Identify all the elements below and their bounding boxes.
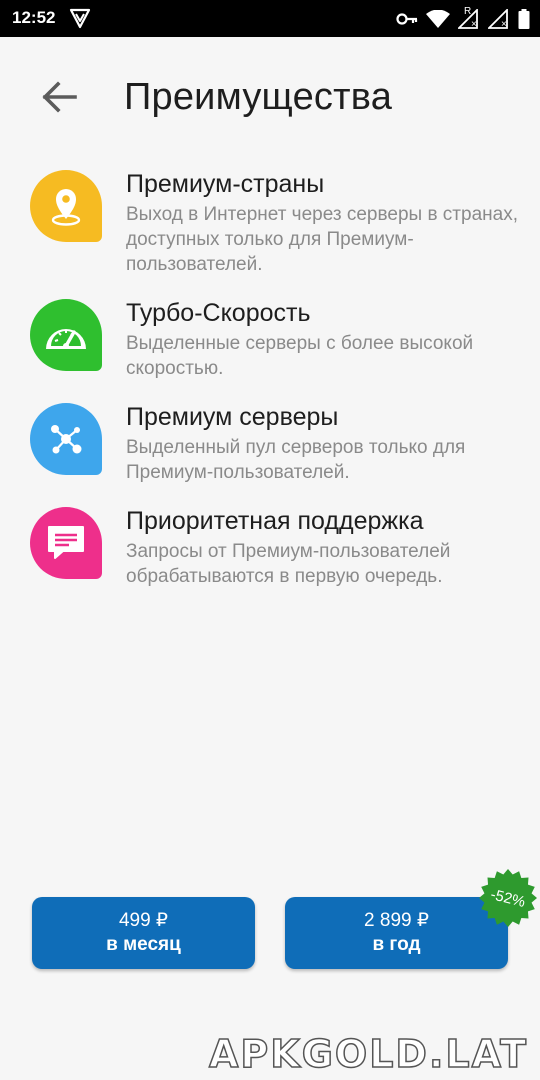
feature-text: Приоритетная поддержка Запросы от Премиу… bbox=[126, 505, 518, 589]
feature-description: Выделенные серверы с более высокой скоро… bbox=[126, 333, 474, 379]
status-icons: R × × bbox=[396, 6, 530, 30]
status-time: 12:52 bbox=[12, 8, 56, 27]
no-signal-cross-icon: × bbox=[501, 19, 507, 30]
feature-premium-countries: Премиум-страны Выход в Интернет через се… bbox=[30, 168, 520, 277]
feature-title: Турбо-Скорость bbox=[126, 299, 311, 327]
features-list: Премиум-страны Выход в Интернет через се… bbox=[30, 168, 520, 589]
feature-premium-servers: Премиум серверы Выделенный пул серверов … bbox=[30, 401, 520, 485]
feature-title: Приоритетная поддержка bbox=[126, 507, 424, 535]
feature-icon-badge bbox=[30, 170, 102, 242]
feature-text: Премиум серверы Выделенный пул серверов … bbox=[126, 401, 518, 485]
feature-description: Выделенный пул серверов только для Преми… bbox=[126, 437, 466, 483]
feature-icon-badge bbox=[30, 507, 102, 579]
feature-description: Выход в Интернет через серверы в странах… bbox=[126, 204, 518, 275]
chat-bubble-icon bbox=[48, 526, 84, 559]
feature-icon-badge bbox=[30, 403, 102, 475]
vpn-shield-icon bbox=[69, 8, 91, 29]
network-nodes-icon bbox=[51, 425, 82, 454]
monthly-price: 499 ₽ bbox=[118, 910, 169, 931]
back-button[interactable] bbox=[34, 74, 84, 120]
feature-priority-support: Приоритетная поддержка Запросы от Премиу… bbox=[30, 505, 520, 589]
feature-text: Турбо-Скорость Выделенные серверы с боле… bbox=[126, 297, 518, 381]
feature-title: Премиум-страны bbox=[126, 170, 325, 198]
signal-icon-r: R × bbox=[458, 6, 480, 30]
monthly-plan-button[interactable]: 499 ₽ в месяц bbox=[32, 897, 255, 969]
watermark: APKGOLD.LAT bbox=[208, 1031, 528, 1077]
wifi-icon bbox=[426, 10, 450, 28]
monthly-period: в месяц bbox=[106, 934, 181, 955]
speedometer-icon bbox=[46, 329, 86, 349]
roaming-label: R bbox=[464, 6, 472, 17]
location-pin-icon bbox=[51, 189, 81, 226]
key-icon bbox=[396, 13, 418, 25]
arrow-left-icon bbox=[42, 81, 77, 113]
status-bar: 12:52 R × × bbox=[0, 0, 540, 37]
feature-turbo-speed: Турбо-Скорость Выделенные серверы с боле… bbox=[30, 297, 520, 381]
yearly-period: в год bbox=[372, 934, 421, 955]
feature-text: Премиум-страны Выход в Интернет через се… bbox=[126, 168, 518, 277]
feature-description: Запросы от Премиум-пользователей обрабат… bbox=[126, 541, 451, 587]
signal-icon: × bbox=[488, 9, 510, 30]
premium-benefits-screen: 12:52 R × × Преимущества Премиум-страны … bbox=[0, 0, 540, 1080]
battery-icon bbox=[518, 9, 530, 29]
no-data-cross-icon: × bbox=[471, 19, 477, 30]
feature-icon-badge bbox=[30, 299, 102, 371]
feature-title: Премиум серверы bbox=[126, 403, 339, 431]
page-title: Преимущества bbox=[124, 76, 393, 118]
